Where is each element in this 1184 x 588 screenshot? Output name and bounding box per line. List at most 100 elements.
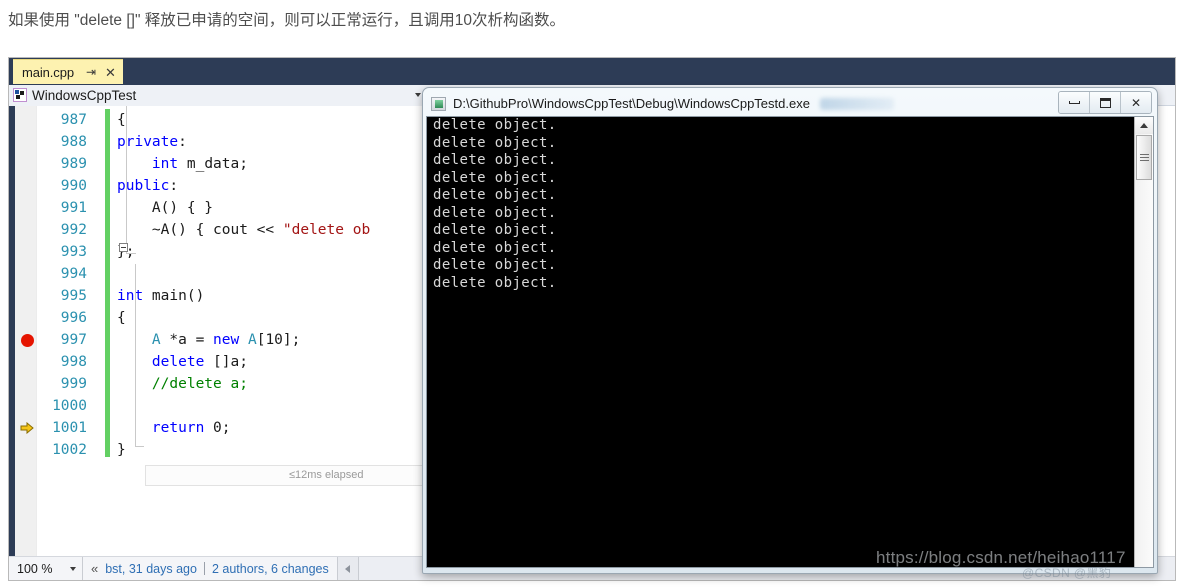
- console-output-line: delete object.: [433, 204, 557, 221]
- code-token: cout: [213, 222, 248, 238]
- code-token: delete: [151, 354, 205, 370]
- divider: [203, 562, 205, 575]
- code-token: :: [169, 178, 179, 194]
- codelens-changes-link[interactable]: 2 authors, 6 changes: [212, 562, 329, 576]
- pin-icon[interactable]: ⇥: [86, 66, 96, 78]
- elapsed-time-adornment: [145, 465, 427, 486]
- console-lines: delete object. delete object. delete objec…: [427, 117, 1153, 292]
- code-token: }: [117, 442, 126, 458]
- code-token: ];: [282, 332, 301, 348]
- codelens-scroll-left[interactable]: [337, 557, 359, 580]
- close-icon[interactable]: ✕: [105, 66, 116, 79]
- line-number: 992: [60, 222, 87, 238]
- watermark-badge: @CSDN @黑豹: [1022, 566, 1112, 580]
- breakpoint-icon[interactable]: [19, 329, 35, 351]
- line-number: 996: [60, 310, 87, 326]
- code-token: A: [247, 332, 257, 348]
- line-number: 997: [60, 332, 87, 348]
- line-number: 1000: [52, 398, 87, 414]
- codelens-author-link[interactable]: bst, 31 days ago: [105, 562, 197, 576]
- project-name: WindowsCppTest: [32, 87, 137, 103]
- console-output-line: delete object.: [433, 117, 557, 133]
- console-title-bar[interactable]: D:\GithubPro\WindowsCppTest\Debug\Window…: [426, 91, 1154, 116]
- code-token: *a =: [160, 332, 214, 348]
- tab-main-cpp[interactable]: main.cpp ⇥ ✕: [13, 59, 123, 84]
- console-output-area[interactable]: delete object. delete object. delete objec…: [426, 116, 1154, 568]
- code-token: int: [151, 156, 179, 172]
- class-brace-guide-top: [126, 106, 127, 224]
- project-icon: [13, 88, 27, 102]
- code-token: []a;: [204, 354, 248, 370]
- maximize-icon[interactable]: [1090, 92, 1121, 113]
- screenshot-root: 如果使用 "delete []" 释放已申请的空间，则可以正常运行，且调用10次…: [0, 0, 1184, 588]
- double-chevron-left-icon[interactable]: «: [91, 562, 98, 575]
- code-token: return: [151, 420, 205, 436]
- project-dropdown[interactable]: WindowsCppTest: [9, 84, 427, 106]
- code-token: //delete a;: [117, 376, 248, 392]
- line-number: 995: [60, 288, 87, 304]
- code-token: "delete ob: [282, 222, 371, 238]
- code-token: :: [178, 134, 187, 150]
- main-brace-guide: [135, 264, 136, 436]
- line-number: 998: [60, 354, 87, 370]
- minimize-icon[interactable]: [1059, 92, 1090, 113]
- line-number: 987: [60, 112, 87, 128]
- console-output-line: delete object.: [433, 239, 557, 256]
- indicator-margin[interactable]: [15, 106, 37, 556]
- console-window[interactable]: D:\GithubPro\WindowsCppTest\Debug\Window…: [422, 87, 1158, 574]
- tab-label: main.cpp: [22, 64, 74, 80]
- breakpoint-dot: [20, 333, 34, 347]
- chevron-down-icon[interactable]: [70, 566, 76, 571]
- codelens-indicator[interactable]: « bst, 31 days ago 2 authors, 6 changes: [83, 557, 338, 580]
- blurred-region: [819, 97, 894, 110]
- console-output-line: delete object.: [433, 257, 557, 273]
- current-statement-arrow-icon[interactable]: [19, 417, 35, 439]
- zoom-level-value: 100 %: [17, 561, 53, 576]
- console-output-line: delete object.: [433, 222, 557, 238]
- console-title: D:\GithubPro\WindowsCppTest\Debug\Window…: [453, 96, 810, 111]
- line-number: 1002: [52, 442, 87, 458]
- code-token: A() { }: [117, 200, 214, 216]
- code-token: 10: [265, 332, 283, 348]
- line-number: 1001: [52, 420, 87, 436]
- console-output-line: delete object.: [433, 152, 557, 168]
- zoom-level-dropdown[interactable]: 100 %: [9, 557, 83, 580]
- close-icon[interactable]: ✕: [1121, 92, 1151, 113]
- article-caption: 如果使用 "delete []" 释放已申请的空间，则可以正常运行，且调用10次…: [8, 12, 566, 29]
- line-number: 994: [60, 266, 87, 282]
- chevron-down-icon[interactable]: [415, 93, 421, 97]
- console-output-line: delete object.: [433, 274, 557, 291]
- code-token: int: [117, 288, 144, 304]
- code-token: 0: [213, 420, 222, 436]
- line-number: 991: [60, 200, 87, 216]
- collapse-toggle-main[interactable]: [119, 243, 128, 252]
- change-tracking-bar: [105, 109, 110, 457]
- elapsed-time-label: ≤12ms elapsed: [289, 469, 364, 481]
- line-number: 990: [60, 178, 87, 194]
- code-token: <<: [247, 222, 283, 238]
- console-output-line: delete object.: [433, 187, 557, 203]
- code-token: A: [151, 332, 161, 348]
- console-app-icon: [431, 96, 446, 111]
- code-token: m_data;: [178, 156, 248, 172]
- triangle-up-icon[interactable]: [1135, 117, 1153, 134]
- code-token: public: [117, 178, 170, 194]
- console-output-line: delete object.: [433, 169, 557, 186]
- line-number: 989: [60, 156, 87, 172]
- line-number: 993: [60, 244, 87, 260]
- scroll-thumb[interactable]: [1136, 135, 1152, 180]
- code-token: {: [117, 112, 126, 128]
- line-number: 999: [60, 376, 87, 392]
- console-scrollbar[interactable]: [1134, 117, 1153, 567]
- triangle-left-icon: [345, 564, 351, 573]
- code-token: main(): [143, 288, 205, 304]
- code-token: ;: [221, 420, 231, 436]
- console-output-line: delete object.: [433, 134, 557, 151]
- line-number-margin: 987 988 989 990 991 992 993 994 995 996 997 998 999 1…: [37, 106, 95, 556]
- main-brace-guide-foot: [135, 436, 144, 447]
- line-number: 988: [60, 134, 87, 150]
- code-token: {: [117, 310, 126, 326]
